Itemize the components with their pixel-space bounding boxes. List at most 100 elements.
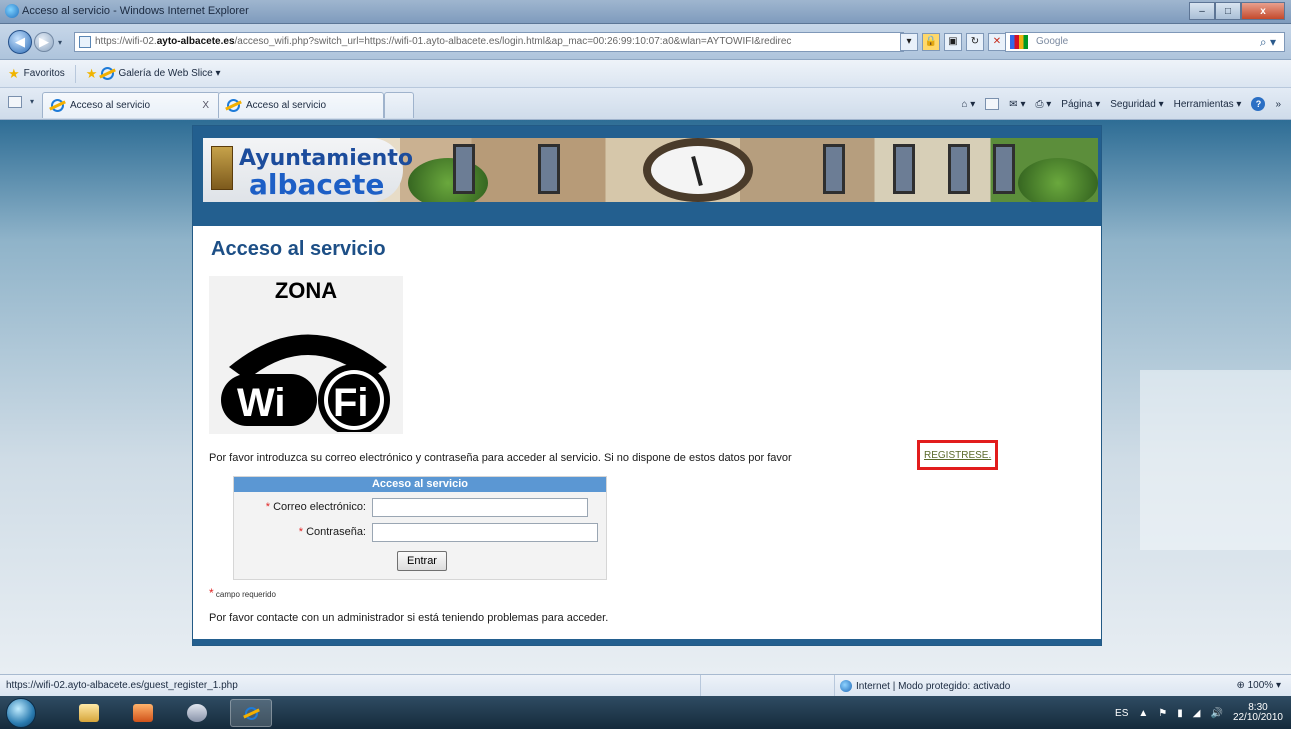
- url-path: /acceso_wifi.php?switch_url=https://wifi…: [234, 36, 792, 47]
- ie-app-icon: [5, 4, 19, 18]
- language-indicator[interactable]: ES: [1115, 708, 1128, 719]
- flag-icon[interactable]: ⚑: [1158, 708, 1167, 719]
- taskbar-clock[interactable]: 8:30 22/10/2010: [1233, 703, 1283, 723]
- register-link[interactable]: REGISTRESE.: [917, 440, 999, 470]
- page-menu[interactable]: Página ▾: [1061, 99, 1100, 110]
- quick-tabs-icon[interactable]: [8, 96, 22, 108]
- start-button[interactable]: [6, 698, 36, 728]
- url-domain: ayto-albacete.es: [156, 36, 235, 47]
- required-marker: *: [298, 526, 303, 538]
- minimize-button[interactable]: –: [1189, 2, 1215, 20]
- favorites-label: Favoritos: [23, 68, 65, 79]
- refresh-icon[interactable]: ↻: [966, 33, 984, 51]
- logo: Ayuntamiento albacete: [203, 138, 413, 202]
- url-prefix: https://wifi-02.: [95, 36, 157, 47]
- battery-icon[interactable]: ▮: [1177, 708, 1183, 719]
- wifi-zona-text: ZONA: [274, 278, 338, 303]
- tree-image: [1018, 158, 1098, 202]
- ie-taskbar-button[interactable]: [230, 699, 272, 727]
- tree-image: [408, 158, 488, 202]
- wifi-fi-text: Fi: [333, 381, 369, 425]
- help-icon[interactable]: ?: [1251, 97, 1266, 111]
- volume-icon[interactable]: 🔊: [1210, 708, 1222, 719]
- web-slice-gallery-button[interactable]: ★ Galería de Web Slice ▾: [86, 66, 221, 82]
- required-note-text: campo requerido: [215, 590, 276, 599]
- palette-icon: [187, 704, 207, 722]
- intro-text: Por favor introduzca su correo electróni…: [209, 452, 792, 464]
- favorites-button[interactable]: ★ Favoritos: [8, 66, 65, 82]
- stop-icon[interactable]: ✕: [988, 33, 1006, 51]
- browser-viewport: Ayuntamiento albacete Acceso al servicio…: [0, 120, 1291, 674]
- search-input[interactable]: Google ⌕ ▾: [1005, 32, 1285, 52]
- submit-button[interactable]: Entrar: [397, 551, 447, 571]
- tools-menu[interactable]: Herramientas ▾: [1174, 99, 1242, 110]
- back-button[interactable]: ◀: [8, 30, 32, 54]
- magnifier-icon[interactable]: ⌕ ▾: [1260, 33, 1276, 51]
- page-icon: [79, 36, 91, 48]
- clock-hand: [691, 155, 703, 187]
- required-marker: *: [265, 501, 270, 513]
- close-tab-icon[interactable]: X: [202, 100, 209, 111]
- google-icon: [1010, 35, 1028, 49]
- email-field[interactable]: [372, 497, 588, 517]
- recent-pages-dropdown[interactable]: ▾: [58, 38, 62, 47]
- print-icon[interactable]: ⎙ ▾: [1035, 99, 1051, 110]
- paint-taskbar-button[interactable]: [176, 699, 218, 727]
- ie-page-icon: [101, 67, 115, 80]
- address-dropdown-button[interactable]: ▾: [900, 33, 918, 51]
- wifi-logo-icon: Wi Fi: [221, 334, 390, 432]
- window-title-bar: Acceso al servicio - Windows Internet Ex…: [0, 0, 1291, 24]
- login-form-heading: Acceso al servicio: [234, 477, 606, 492]
- tab-list-dropdown[interactable]: ▾: [30, 97, 34, 106]
- zone-text: Internet | Modo protegido: activado: [856, 680, 1011, 692]
- building-window: [993, 144, 1015, 194]
- address-input[interactable]: https://wifi-02.ayto-albacete.es/acceso_…: [74, 32, 904, 52]
- header-banner: Ayuntamiento albacete: [203, 138, 1098, 202]
- tab-label: Acceso al servicio: [70, 100, 151, 111]
- status-bar: https://wifi-02.ayto-albacete.es/guest_r…: [0, 674, 1291, 697]
- tab-acceso-1[interactable]: Acceso al servicio X: [42, 92, 220, 118]
- security-zone[interactable]: Internet | Modo protegido: activado: [840, 680, 1010, 692]
- zoom-level: 100%: [1247, 680, 1274, 691]
- more-commands-icon[interactable]: »: [1275, 99, 1281, 110]
- page-footer-bar: [193, 639, 1101, 645]
- email-row: * Correo electrónico:: [234, 496, 608, 518]
- address-toolbar: ◀ ▶ ▾ https://wifi-02.ayto-albacete.es/a…: [0, 24, 1291, 60]
- mail-icon[interactable]: ✉ ▾: [1009, 99, 1025, 110]
- search-placeholder: Google: [1036, 36, 1069, 47]
- clock-image: [643, 138, 753, 202]
- tab-acceso-2[interactable]: Acceso al servicio: [218, 92, 384, 118]
- security-menu[interactable]: Seguridad ▾: [1110, 99, 1163, 110]
- taskbar: ES ▲ ⚑ ▮ ◢ 🔊 8:30 22/10/2010: [0, 696, 1291, 729]
- building-window: [948, 144, 970, 194]
- password-row: * Contraseña:: [234, 521, 608, 543]
- required-marker: *: [209, 586, 214, 600]
- feeds-icon[interactable]: [985, 98, 1000, 110]
- logo-text-bottom: albacete: [249, 168, 385, 201]
- system-tray: ES ▲ ⚑ ▮ ◢ 🔊 8:30 22/10/2010: [1115, 703, 1283, 723]
- folder-icon: [79, 704, 99, 722]
- forward-button[interactable]: ▶: [34, 32, 54, 52]
- contact-admin-text: Por favor contacte con un administrador …: [209, 612, 609, 624]
- ie-tab-icon: [51, 99, 64, 112]
- new-tab-button[interactable]: [384, 92, 414, 118]
- clock-date: 22/10/2010: [1232, 712, 1283, 723]
- media-player-taskbar-button[interactable]: [122, 699, 164, 727]
- explorer-taskbar-button[interactable]: [68, 699, 110, 727]
- add-favorite-icon: ★: [85, 65, 98, 81]
- lock-icon[interactable]: 🔒: [922, 33, 940, 51]
- building-window: [893, 144, 915, 194]
- close-window-button[interactable]: x: [1241, 2, 1285, 20]
- compatibility-view-icon[interactable]: ▣: [944, 33, 962, 51]
- zoom-control[interactable]: ⊕ 100% ▾: [1236, 680, 1281, 691]
- web-slice-label: Galería de Web Slice ▾: [118, 68, 221, 79]
- command-bar: ⌂ ▾ ✉ ▾ ⎙ ▾ Página ▾ Seguridad ▾ Herrami…: [961, 97, 1281, 111]
- tab-label: Acceso al servicio: [246, 100, 327, 111]
- maximize-button[interactable]: □: [1215, 2, 1241, 20]
- email-label-text: Correo electrónico:: [273, 501, 366, 513]
- home-icon[interactable]: ⌂ ▾: [961, 99, 975, 110]
- show-hidden-icons[interactable]: ▲: [1138, 708, 1148, 719]
- password-field[interactable]: [372, 522, 598, 542]
- network-icon[interactable]: ◢: [1193, 708, 1201, 719]
- wifi-wi-text: Wi: [237, 381, 286, 425]
